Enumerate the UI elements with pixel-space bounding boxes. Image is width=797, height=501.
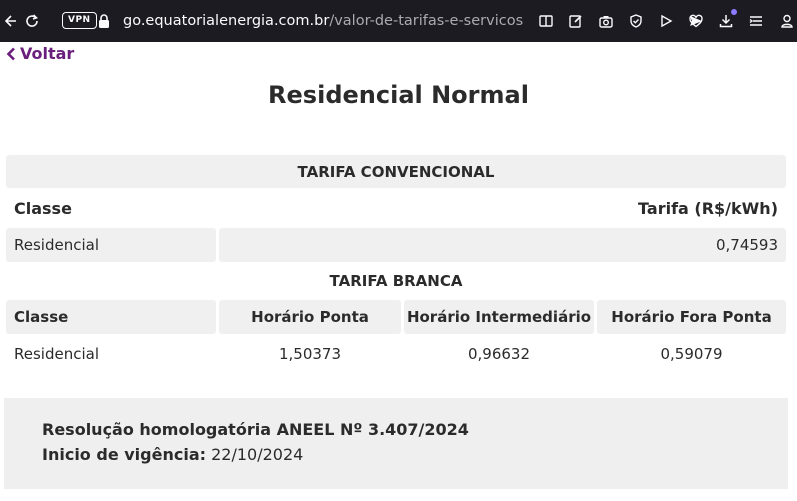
reader-view-icon[interactable] — [536, 11, 556, 31]
resolution-text: Resolução homologatória ANEEL Nº 3.407/2… — [42, 420, 469, 439]
download-badge-dot — [731, 9, 737, 15]
back-arrow-icon[interactable] — [0, 11, 20, 31]
play-icon[interactable] — [656, 11, 676, 31]
vpn-badge[interactable]: VPN — [62, 12, 97, 29]
convencional-row-tarifa: 0,74593 — [219, 228, 786, 262]
reload-icon[interactable] — [22, 11, 42, 31]
lock-icon[interactable] — [97, 13, 111, 29]
url-path: /valor-de-tarifas-e-servicos/#reside — [329, 13, 523, 29]
screenshot-icon[interactable] — [596, 11, 616, 31]
address-bar[interactable]: go.equatorialenergia.com.br/valor-de-tar… — [123, 11, 523, 31]
branca-row-fora-ponta: 0,59079 — [660, 345, 723, 363]
chevron-left-icon — [6, 47, 15, 60]
branca-col-intermediario: Horário Intermediário — [404, 300, 594, 334]
account-icon[interactable] — [777, 11, 797, 31]
branca-col-ponta: Horário Ponta — [219, 300, 401, 334]
menu-list-icon[interactable] — [746, 11, 766, 31]
branca-row-ponta: 1,50373 — [278, 345, 342, 363]
start-date-value: 22/10/2024 — [211, 445, 304, 464]
url-host: go.equatorialenergia.com.br — [123, 13, 330, 29]
edit-icon[interactable] — [566, 11, 586, 31]
convencional-col-classe: Classe — [14, 198, 72, 218]
browser-toolbar: VPN go.equatorialenergia.com.br/valor-de… — [0, 0, 797, 42]
page-title: Residencial Normal — [268, 81, 529, 109]
resolution-info-box — [4, 398, 788, 489]
convencional-row-classe: Residencial — [6, 228, 216, 262]
convencional-col-tarifa: Tarifa (R$/kWh) — [638, 198, 778, 218]
branca-row-intermediario: 0,96632 — [467, 345, 531, 363]
tarifa-convencional-heading: TARIFA CONVENCIONAL — [6, 155, 786, 188]
branca-col-classe: Classe — [6, 300, 216, 334]
start-date-line: Inicio de vigência: 22/10/2024 — [42, 445, 303, 464]
start-date-label: Inicio de vigência: — [42, 445, 207, 464]
shield-icon[interactable] — [626, 11, 646, 31]
back-link-label: Voltar — [20, 44, 75, 63]
heart-icon[interactable] — [686, 11, 706, 31]
branca-col-fora-ponta: Horário Fora Ponta — [597, 300, 786, 334]
tarifa-branca-heading: TARIFA BRANCA — [329, 272, 463, 290]
branca-row-classe: Residencial — [14, 345, 99, 363]
back-link[interactable]: Voltar — [6, 44, 74, 63]
